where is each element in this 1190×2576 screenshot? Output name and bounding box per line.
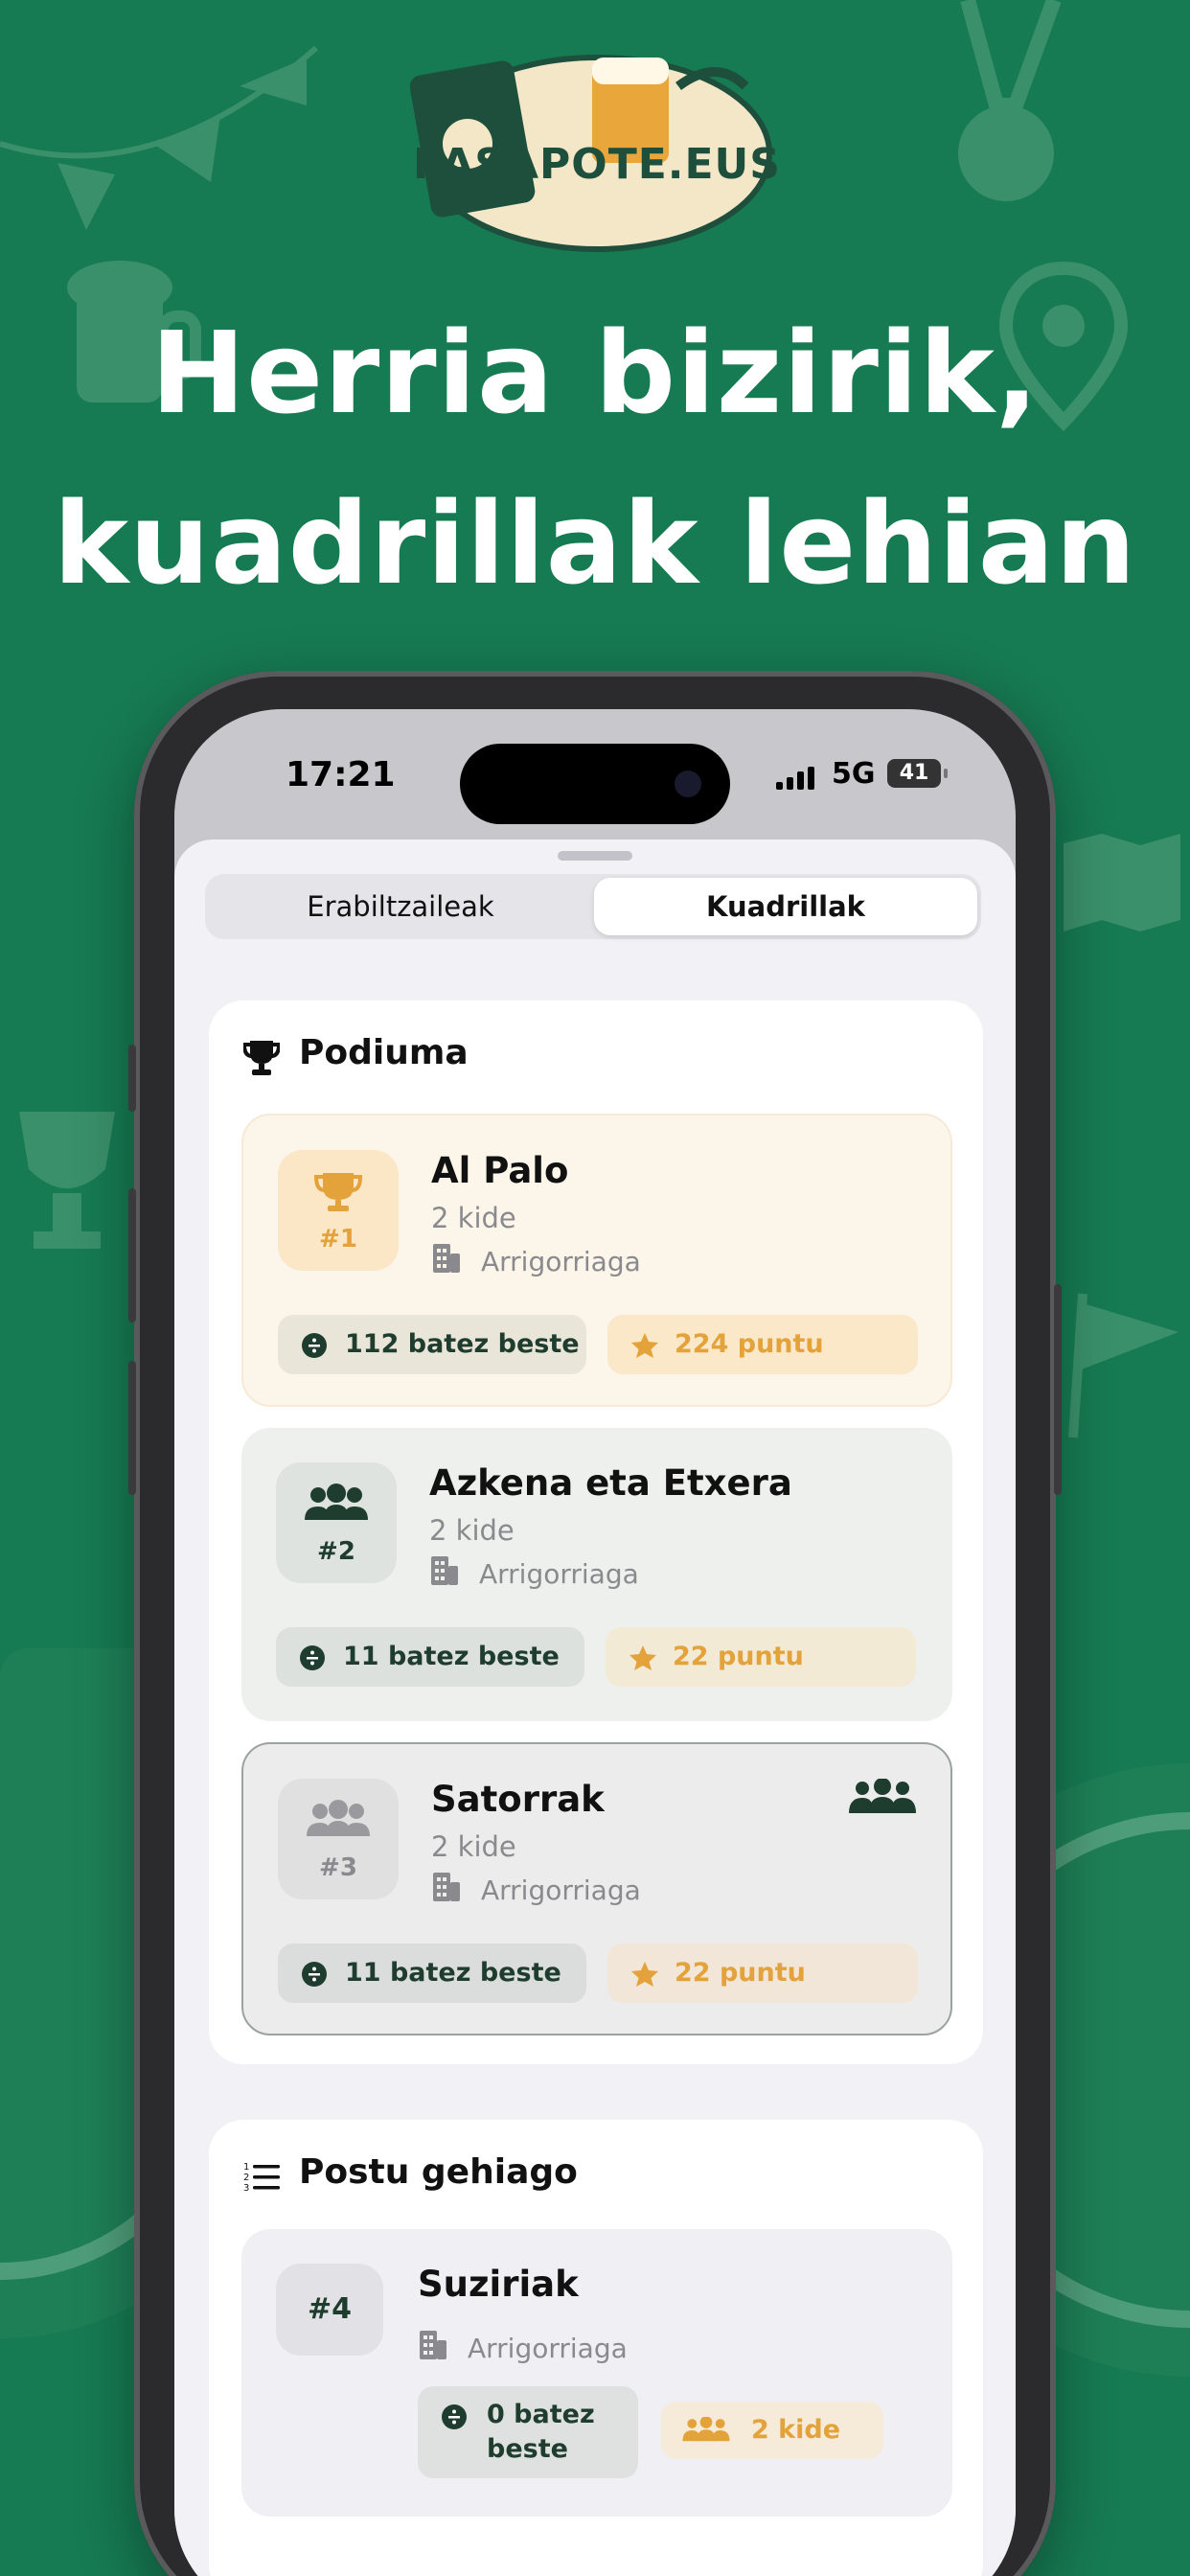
- status-time: 17:21: [286, 755, 396, 794]
- member-count: 2 kide: [751, 2415, 841, 2445]
- member-count: 2 kide: [429, 1514, 515, 1547]
- average-stat: 11 batez beste: [345, 1958, 561, 1988]
- rank-number: #1: [319, 1225, 357, 1254]
- my-crew-group-icon: [849, 1779, 916, 1813]
- headline-line-1: Herria bizirik,: [150, 307, 1040, 439]
- building-icon: [433, 1244, 460, 1273]
- crew-name: Al Palo: [431, 1150, 569, 1191]
- crew-name: Azkena eta Etxera: [429, 1462, 792, 1504]
- podium-entry-1[interactable]: #1 Al Palo 2 kide Arrigorriaga 112 batez…: [241, 1114, 952, 1407]
- podium-entry-2[interactable]: #2 Azkena eta Etxera 2 kide Arrigorriaga: [241, 1428, 952, 1721]
- trophy-icon: [243, 1041, 280, 1075]
- member-count: 2 kide: [431, 1202, 516, 1234]
- group-icon: [307, 1800, 370, 1836]
- members-pill: 2 kide: [661, 2402, 883, 2459]
- phone-frame: 17:21 5G 41 Erabiltzaileak Kuadrillak Po…: [128, 671, 1062, 2576]
- star-icon: [629, 1645, 656, 1670]
- crew-town: Arrigorriaga: [479, 1558, 639, 1590]
- points-pill: 224 puntu: [607, 1315, 918, 1374]
- group-icon: [682, 2417, 730, 2442]
- trophy-icon: [313, 1173, 363, 1211]
- rank-badge: #4: [276, 2264, 383, 2356]
- podium-entry-3[interactable]: #3 Satorrak 2 kide Arrigorriaga 11 batez…: [241, 1742, 952, 2036]
- logo-text: PASAPOTE.EUS: [413, 140, 781, 189]
- volume-down-button: [128, 1361, 136, 1495]
- average-stat-pill: 11 batez beste: [278, 1944, 586, 2003]
- svg-text:1: 1: [243, 2162, 249, 2173]
- points-pill: 22 puntu: [606, 1627, 916, 1687]
- tab-erabiltzaileak[interactable]: Erabiltzaileak: [209, 878, 592, 935]
- side-button: [128, 1045, 136, 1112]
- building-icon: [433, 1873, 460, 1901]
- average-stat-pill: 112 batez beste: [278, 1315, 586, 1374]
- trophy-decoration: [19, 1112, 115, 1249]
- points-value: 224 puntu: [675, 1329, 824, 1359]
- signal-icon: [776, 767, 814, 790]
- svg-text:2: 2: [243, 2173, 249, 2183]
- map-decoration: [1064, 834, 1180, 932]
- points-value: 22 puntu: [673, 1642, 804, 1671]
- rank-number: #3: [319, 1853, 357, 1882]
- volume-up-button: [128, 1188, 136, 1322]
- group-icon: [305, 1484, 368, 1520]
- average-icon: [302, 1962, 327, 1987]
- average-stat-line-1: 0 batez: [487, 2400, 595, 2429]
- points-pill: 22 puntu: [607, 1944, 918, 2003]
- app-logo: PASAPOTE.EUS: [409, 29, 784, 268]
- status-bar: 17:21 5G 41: [174, 709, 1016, 834]
- bunting-decoration: [0, 45, 318, 230]
- crew-town: Arrigorriaga: [481, 1246, 641, 1277]
- points-value: 22 puntu: [675, 1958, 806, 1988]
- more-positions-title: Postu gehiago: [299, 2152, 578, 2192]
- crew-town: Arrigorriaga: [468, 2333, 628, 2364]
- average-stat: 112 batez beste: [345, 1329, 580, 1359]
- average-icon: [300, 1645, 325, 1670]
- crew-name: Satorrak: [431, 1779, 605, 1820]
- numbered-list-icon: 1 2 3: [243, 2162, 280, 2193]
- podium-title: Podiuma: [299, 1033, 469, 1072]
- medal-decoration: [958, 0, 1062, 201]
- headline: Herria bizirik, kuadrillak lehian: [0, 288, 1190, 629]
- average-stat-pill: 0 batez beste: [418, 2386, 638, 2478]
- average-stat-pill: 11 batez beste: [276, 1627, 584, 1687]
- average-stat-line-2: beste: [487, 2434, 568, 2464]
- headline-line-2: kuadrillak lehian: [53, 477, 1137, 610]
- svg-text:3: 3: [243, 2183, 249, 2193]
- average-stat: 11 batez beste: [343, 1642, 560, 1671]
- battery-icon: 41: [887, 759, 948, 788]
- average-icon: [302, 1333, 327, 1358]
- bottom-sheet: Erabiltzaileak Kuadrillak Podiuma #1 Al …: [174, 840, 1016, 2576]
- network-type: 5G: [832, 757, 876, 791]
- more-positions-card: 1 2 3 Postu gehiago #4 Suziriak Arrigorr…: [209, 2120, 983, 2576]
- ranking-entry-4[interactable]: #4 Suziriak Arrigorriaga 0 batez beste 2…: [241, 2229, 952, 2517]
- camera-icon: [675, 770, 701, 797]
- rank-badge: #1: [278, 1150, 399, 1271]
- average-icon: [442, 2404, 467, 2429]
- rank-badge: #2: [276, 1462, 397, 1583]
- crew-town: Arrigorriaga: [481, 1874, 641, 1906]
- building-icon: [431, 1556, 458, 1585]
- phone-screen: 17:21 5G 41 Erabiltzaileak Kuadrillak Po…: [174, 709, 1016, 2576]
- flag-decoration: [1068, 1293, 1179, 1438]
- rank-number: #4: [307, 2292, 352, 2326]
- segmented-control: Erabiltzaileak Kuadrillak: [205, 874, 981, 939]
- star-icon: [631, 1962, 658, 1987]
- rank-number: #2: [317, 1537, 355, 1566]
- tab-kuadrillak[interactable]: Kuadrillak: [594, 878, 977, 935]
- podium-card: Podiuma #1 Al Palo 2 kide Arrigorriaga 1…: [209, 1000, 983, 2064]
- building-icon: [420, 2331, 446, 2359]
- rank-badge: #3: [278, 1779, 399, 1899]
- crew-name: Suziriak: [418, 2264, 579, 2305]
- sheet-grabber[interactable]: [558, 851, 632, 861]
- member-count: 2 kide: [431, 1830, 516, 1863]
- power-button: [1054, 1284, 1062, 1495]
- star-icon: [631, 1333, 658, 1358]
- dynamic-island: [460, 744, 730, 824]
